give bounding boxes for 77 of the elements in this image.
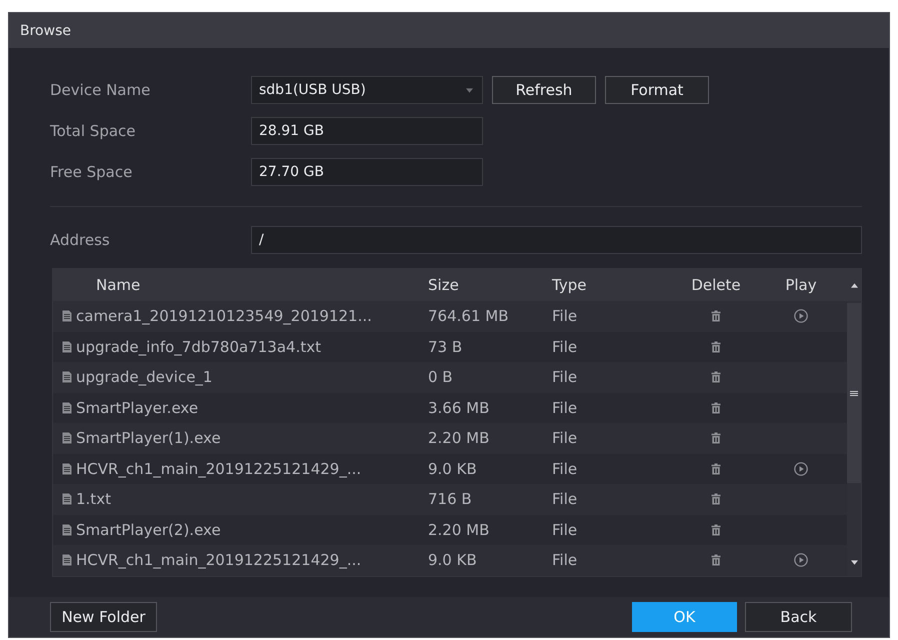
delete-icon[interactable] bbox=[711, 310, 721, 322]
delete-icon[interactable] bbox=[711, 402, 721, 414]
column-header: Type bbox=[552, 276, 588, 294]
file-name: SmartPlayer.exe bbox=[76, 398, 198, 417]
file-name: SmartPlayer(1).exe bbox=[76, 429, 221, 448]
file-icon bbox=[62, 554, 72, 566]
file-type: File bbox=[552, 520, 578, 539]
file-size: 716 B bbox=[428, 490, 473, 508]
address-field[interactable]: / bbox=[251, 226, 862, 254]
file-size: 73 B bbox=[428, 338, 464, 356]
delete-icon[interactable] bbox=[711, 462, 721, 475]
grip-icon bbox=[850, 390, 858, 396]
file-row[interactable]: SmartPlayer(1).exe 2.20 MB File bbox=[53, 423, 848, 454]
field-label: Address bbox=[50, 231, 111, 249]
file-name: HCVR_ch1_main_20191225121429_... bbox=[76, 551, 362, 570]
delete-icon[interactable] bbox=[711, 340, 721, 353]
file-type: File bbox=[552, 338, 578, 356]
file-name: SmartPlayer(2).exe bbox=[76, 520, 221, 539]
file-icon bbox=[62, 371, 72, 384]
column-header: Name bbox=[95, 276, 142, 294]
file-size: 2.20 MB bbox=[428, 429, 490, 448]
scroll-up-icon[interactable] bbox=[850, 282, 858, 288]
file-name: upgrade_device_1 bbox=[76, 368, 212, 386]
caret-icon bbox=[466, 88, 473, 92]
scroll-down-icon[interactable] bbox=[850, 560, 858, 565]
window-title: Browse bbox=[20, 22, 71, 38]
file-row[interactable]: HCVR_ch1_main_20191225121429_... 9.0 KB File bbox=[53, 545, 848, 576]
play-icon[interactable] bbox=[794, 309, 808, 324]
play-icon[interactable] bbox=[794, 462, 808, 476]
file-name: camera1_20191210123549_2019121... bbox=[76, 307, 372, 326]
file-row[interactable]: 1.txt 716 B File bbox=[53, 484, 848, 514]
file-name: HCVR_ch1_main_20191225121429_... bbox=[76, 460, 362, 478]
free-space-field[interactable]: 27.70 GB bbox=[251, 158, 483, 186]
scroll-thumb[interactable] bbox=[847, 303, 861, 483]
file-icon bbox=[62, 340, 72, 353]
file-icon bbox=[62, 462, 72, 475]
play-icon[interactable] bbox=[794, 553, 808, 568]
file-icon bbox=[62, 493, 72, 506]
file-row[interactable]: camera1_20191210123549_2019121... 764.61 MB File bbox=[53, 301, 848, 332]
file-name: upgrade_info_7db780a713a4.txt bbox=[76, 338, 321, 356]
scrollbar[interactable] bbox=[847, 269, 861, 576]
delete-icon[interactable] bbox=[711, 554, 721, 566]
file-row[interactable]: upgrade_device_1 0 B File bbox=[53, 362, 848, 392]
file-type: File bbox=[552, 368, 578, 386]
file-size: 764.61 MB bbox=[428, 307, 510, 326]
dialog-action-button[interactable]: Back bbox=[745, 602, 852, 632]
file-icon bbox=[62, 402, 72, 414]
column-header: Delete bbox=[690, 276, 742, 294]
file-type: File bbox=[552, 398, 578, 417]
file-type: File bbox=[552, 460, 578, 478]
device-dropdown[interactable]: sdb1(USB USB) bbox=[251, 76, 483, 104]
field-label: Free Space bbox=[50, 163, 134, 181]
file-type: File bbox=[552, 490, 578, 508]
file-size: 0 B bbox=[428, 368, 454, 386]
device-action-button[interactable]: Refresh bbox=[492, 76, 596, 104]
file-icon bbox=[62, 432, 72, 444]
file-type: File bbox=[552, 429, 578, 448]
field-label: Total Space bbox=[50, 122, 137, 140]
device-action-button[interactable]: Format bbox=[605, 76, 709, 104]
column-header: Play bbox=[784, 276, 818, 294]
file-size: 2.20 MB bbox=[428, 520, 490, 539]
file-type: File bbox=[552, 551, 578, 570]
file-size: 9.0 KB bbox=[428, 551, 478, 570]
column-header: Size bbox=[428, 276, 460, 294]
file-size: 3.66 MB bbox=[428, 398, 490, 417]
file-icon bbox=[62, 310, 72, 322]
delete-icon[interactable] bbox=[711, 432, 721, 444]
file-icon bbox=[62, 524, 72, 536]
file-name: 1.txt bbox=[76, 490, 111, 508]
file-size: 9.0 KB bbox=[428, 460, 478, 478]
delete-icon[interactable] bbox=[711, 524, 721, 536]
new-folder-button[interactable]: New Folder bbox=[50, 602, 157, 632]
file-type: File bbox=[552, 307, 578, 326]
field-label: Device Name bbox=[50, 81, 152, 99]
delete-icon[interactable] bbox=[711, 493, 721, 506]
total-space-field[interactable]: 28.91 GB bbox=[251, 117, 483, 145]
delete-icon[interactable] bbox=[711, 371, 721, 384]
